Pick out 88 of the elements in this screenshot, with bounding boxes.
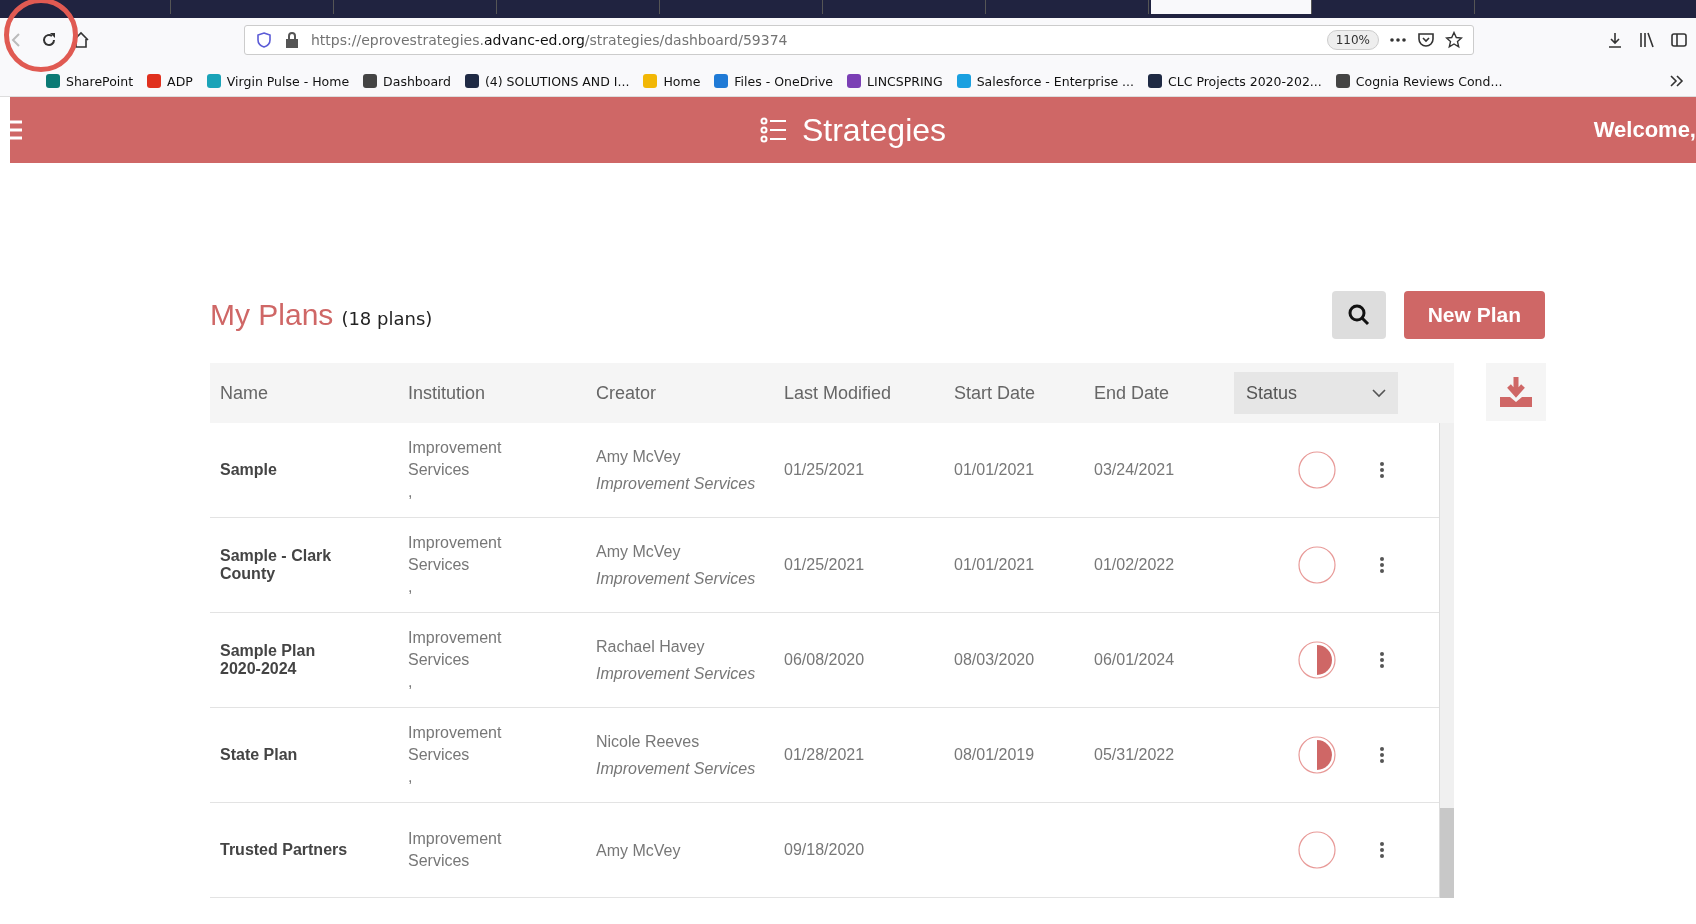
plan-name[interactable]: Sample Plan 2020-2024 <box>220 642 408 678</box>
plan-name[interactable]: Sample <box>220 461 408 479</box>
creator-name: Rachael Havey <box>596 637 706 657</box>
search-icon <box>1346 303 1371 327</box>
bookmark[interactable]: Virgin Pulse - Home <box>206 73 350 89</box>
institution-name: Improvement Services <box>408 829 503 871</box>
app-title: Strategies <box>801 111 947 149</box>
chevron-icon <box>1372 388 1386 398</box>
creator-name: Amy McVey <box>596 840 682 861</box>
bookmark[interactable]: (4) SOLUTIONS AND I... <box>464 73 630 89</box>
bookmark[interactable]: Files - OneDrive <box>714 73 833 89</box>
end-date: 03/24/2021 <box>1094 461 1176 479</box>
url-text[interactable]: https://eprovestrategies.advanc-ed.org/strategies/dashboard/59374 <box>311 32 1317 48</box>
star-icon[interactable] <box>1445 31 1463 49</box>
last-modified: 06/08/2020 <box>784 651 866 669</box>
welcome-text: Welcome, <box>1593 117 1696 143</box>
creator-org: Improvement Services <box>596 569 757 589</box>
bookmark[interactable]: CLC Projects 2020-202... <box>1148 73 1322 89</box>
creator-name: Nicole Reeves <box>596 732 701 752</box>
plan-name[interactable]: Sample - Clark County <box>220 547 408 583</box>
more-options-button[interactable] <box>1379 651 1386 669</box>
library-icon[interactable] <box>1638 31 1656 49</box>
zoom-level[interactable]: 110% <box>1326 30 1379 50</box>
institution-extra: , <box>408 482 414 502</box>
address-bar[interactable]: https://eprovestrategies.advanc-ed.org/strategies/dashboard/59374 110% <box>244 25 1474 55</box>
list-icon <box>759 116 788 144</box>
institution-extra: , <box>408 767 414 787</box>
lock-icon <box>283 31 301 49</box>
start-date: 08/01/2019 <box>954 746 1036 764</box>
pocket-icon[interactable] <box>1417 31 1435 49</box>
sidebar-icon[interactable] <box>1670 31 1688 49</box>
last-modified: 09/18/2020 <box>784 841 866 859</box>
last-modified: 01/25/2021 <box>784 556 866 574</box>
download-icon[interactable] <box>1606 31 1624 49</box>
creator-org: Improvement Services <box>596 474 757 494</box>
institution-extra: , <box>408 577 414 597</box>
institution-name: Improvement Services <box>408 438 503 480</box>
creator-org: Improvement Services <box>596 759 757 779</box>
creator-name: Amy McVey <box>596 542 682 562</box>
bookmark[interactable]: Cognia Reviews Cond... <box>1335 73 1503 89</box>
start-date: 01/01/2021 <box>954 556 1036 574</box>
bookmark[interactable]: LINCSPRING <box>847 73 943 89</box>
menu-icon[interactable] <box>10 119 24 141</box>
more-options-button[interactable] <box>1379 556 1386 574</box>
plan-count: (18 plans) <box>341 307 433 329</box>
plan-row[interactable]: Sample - Clark County Improvement Services , Amy McVey Improvement Services 01/25/2021 01/01/2021 01/02/2022 <box>210 518 1440 613</box>
end-date: 05/31/2022 <box>1094 746 1176 764</box>
plan-row[interactable]: Trusted Partners Improvement Services Amy McVey 09/18/2020 <box>210 803 1440 898</box>
column-header[interactable]: Institution <box>408 382 596 404</box>
creator-org: Improvement Services <box>596 664 757 684</box>
creator-name: Amy McVey <box>596 447 682 467</box>
plan-row[interactable]: Sample Improvement Services , Amy McVey Improvement Services 01/25/2021 01/01/2021 03/24/2021 <box>210 423 1440 518</box>
search-button[interactable] <box>1331 291 1386 339</box>
scrollbar[interactable] <box>1439 423 1455 898</box>
plan-name[interactable]: State Plan <box>220 746 408 764</box>
last-modified: 01/28/2021 <box>784 746 866 764</box>
institution-name: Improvement Services <box>408 628 503 670</box>
plan-row[interactable]: Sample Plan 2020-2024 Improvement Services , Rachael Havey Improvement Services 06/08/2020 08/03/2020 06/01/2024 <box>210 613 1440 708</box>
reload-icon[interactable] <box>40 31 58 49</box>
institution-name: Improvement Services <box>408 723 503 765</box>
end-date: 01/02/2022 <box>1094 556 1176 574</box>
plan-name[interactable]: Trusted Partners <box>220 841 408 859</box>
bookmark[interactable]: ADP <box>147 73 193 89</box>
status-filter[interactable]: Status <box>1234 372 1398 414</box>
bookmark[interactable]: SharePoint <box>46 73 134 89</box>
start-date: 08/03/2020 <box>954 651 1036 669</box>
more-options-button[interactable] <box>1379 461 1386 479</box>
more-options-button[interactable] <box>1379 746 1386 764</box>
column-header[interactable]: Creator <box>596 382 784 404</box>
plan-row[interactable]: State Plan Improvement Services , Nicole Reeves Improvement Services 01/28/2021 08/01/2019 05/31/2022 <box>210 708 1440 803</box>
start-date: 01/01/2021 <box>954 461 1036 479</box>
end-date: 06/01/2024 <box>1094 651 1176 669</box>
bookmark[interactable]: Home <box>643 73 701 89</box>
shield-icon[interactable] <box>255 31 273 49</box>
page-title: My Plans <box>210 298 334 332</box>
column-header[interactable]: Start Date <box>954 382 1094 404</box>
last-modified: 01/25/2021 <box>784 461 866 479</box>
institution-extra: , <box>408 672 414 692</box>
bookmark[interactable]: Salesforce - Enterprise ... <box>956 73 1135 89</box>
bookmark[interactable]: Dashboard <box>363 73 451 89</box>
more-options-button[interactable] <box>1379 841 1386 859</box>
column-header[interactable]: Last Modified <box>784 382 954 404</box>
column-header[interactable]: End Date <box>1094 382 1234 404</box>
column-header[interactable]: Name <box>220 382 408 404</box>
export-button[interactable] <box>1486 363 1546 421</box>
new-plan-button[interactable]: New Plan <box>1403 291 1545 339</box>
institution-name: Improvement Services <box>408 533 503 575</box>
download-icon <box>1498 375 1535 409</box>
